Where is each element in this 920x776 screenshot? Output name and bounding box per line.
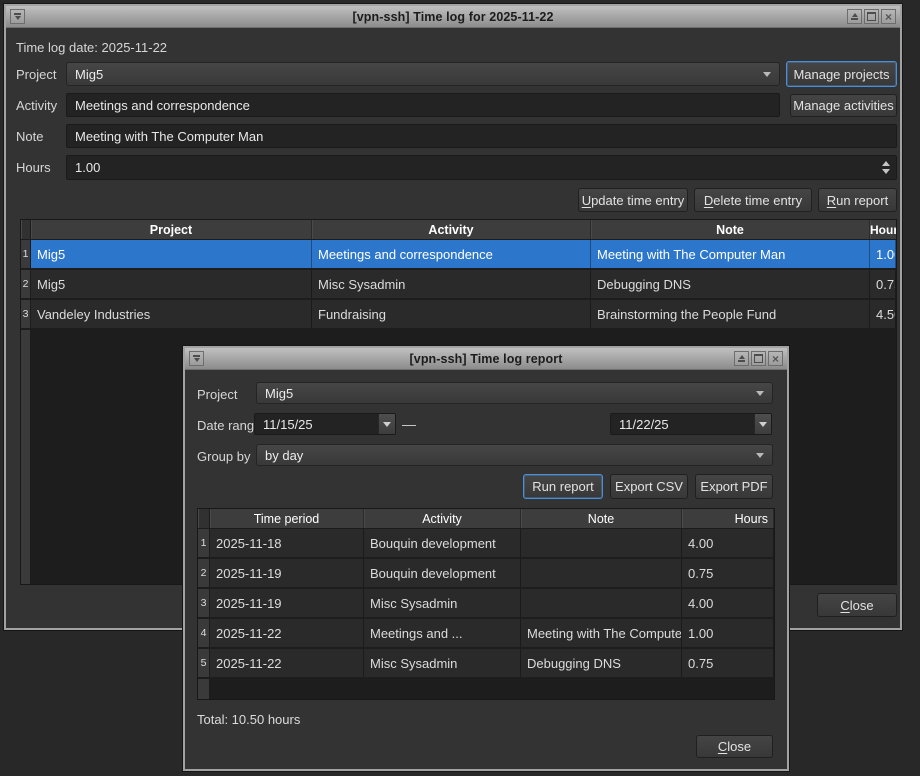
- chevron-down-icon: [756, 391, 764, 396]
- dialog-window-menu-button[interactable]: [189, 351, 204, 366]
- close-icon: ×: [885, 11, 892, 23]
- report-table-row[interactable]: 5 2025-11-22 Misc Sysadmin Debugging DNS…: [198, 649, 774, 679]
- shade-button[interactable]: [847, 9, 862, 24]
- window-menu-icon: [193, 355, 200, 362]
- date-to-picker[interactable]: 11/22/25: [610, 413, 772, 435]
- group-by-value: by day: [265, 448, 303, 463]
- table-corner: [21, 220, 31, 239]
- hours-label: Hours: [16, 160, 51, 175]
- report-project-combobox[interactable]: Mig5: [256, 382, 773, 404]
- report-dialog: [vpn-ssh] Time log report × Project Mig5…: [183, 346, 789, 771]
- shade-icon: [851, 13, 858, 20]
- note-input[interactable]: Meeting with The Computer Man: [66, 124, 897, 148]
- table-row[interactable]: 3 Vandeley Industries Fundraising Brains…: [21, 300, 896, 330]
- spin-up-icon: [882, 161, 890, 166]
- report-table-body: 1 2025-11-18 Bouquin development 4.00 2 …: [198, 529, 774, 700]
- activity-input-value: Meetings and correspondence: [75, 98, 250, 113]
- column-header-activity[interactable]: Activity: [312, 220, 591, 239]
- report-project-label: Project: [197, 387, 237, 402]
- note-label: Note: [16, 129, 43, 144]
- activity-input[interactable]: Meetings and correspondence: [66, 93, 780, 117]
- hours-spinbox[interactable]: 1.00: [66, 155, 897, 180]
- column-header-hours[interactable]: Hours: [870, 220, 897, 239]
- dialog-close-button[interactable]: Close: [696, 735, 773, 758]
- dialog-title: [vpn-ssh] Time log report: [410, 352, 563, 366]
- close-window-button[interactable]: ×: [881, 9, 896, 24]
- spinner-arrows[interactable]: [880, 156, 892, 179]
- delete-time-entry-button[interactable]: Delete time entry: [694, 188, 812, 212]
- main-window-title: [vpn-ssh] Time log for 2025-11-22: [352, 10, 553, 24]
- export-pdf-button[interactable]: Export PDF: [695, 474, 773, 499]
- spin-down-icon: [882, 169, 890, 174]
- date-from-dropdown-button[interactable]: [378, 414, 395, 434]
- maximize-button[interactable]: [864, 9, 879, 24]
- total-hours-label: Total: 10.50 hours: [197, 712, 300, 727]
- table-header: Project Activity Note Hours: [21, 220, 896, 240]
- chevron-down-icon: [759, 422, 767, 427]
- close-icon: ×: [772, 353, 779, 365]
- group-by-combobox[interactable]: by day: [256, 444, 773, 466]
- dialog-close-window-button[interactable]: ×: [768, 351, 783, 366]
- window-menu-icon: [14, 13, 21, 20]
- column-header-hours[interactable]: Hours: [682, 509, 774, 528]
- dialog-run-report-button[interactable]: Run report: [523, 474, 603, 499]
- report-table-row[interactable]: 3 2025-11-19 Misc Sysadmin 4.00: [198, 589, 774, 619]
- column-header-note[interactable]: Note: [521, 509, 682, 528]
- column-header-note[interactable]: Note: [591, 220, 870, 239]
- export-csv-button[interactable]: Export CSV: [610, 474, 688, 499]
- time-log-date-label: Time log date: 2025-11-22: [16, 40, 167, 55]
- date-from-picker[interactable]: 11/15/25: [254, 413, 396, 435]
- project-combobox[interactable]: Mig5: [66, 62, 780, 86]
- column-header-time-period[interactable]: Time period: [210, 509, 364, 528]
- close-button[interactable]: Close: [817, 593, 897, 617]
- hours-spinbox-value: 1.00: [75, 160, 100, 175]
- report-table: Time period Activity Note Hours 1 2025-1…: [197, 508, 775, 700]
- manage-activities-button[interactable]: Manage activities: [790, 94, 897, 117]
- report-table-header: Time period Activity Note Hours: [198, 509, 774, 529]
- maximize-icon: [867, 12, 876, 21]
- column-header-activity[interactable]: Activity: [364, 509, 521, 528]
- dialog-titlebar[interactable]: [vpn-ssh] Time log report ×: [185, 348, 787, 370]
- date-range-separator: —: [402, 416, 416, 432]
- chevron-down-icon: [763, 72, 771, 77]
- dialog-shade-button[interactable]: [734, 351, 749, 366]
- window-menu-button[interactable]: [10, 9, 25, 24]
- group-by-label: Group by: [197, 449, 250, 464]
- maximize-icon: [754, 354, 763, 363]
- date-from-value: 11/15/25: [255, 414, 378, 434]
- activity-label: Activity: [16, 98, 57, 113]
- run-report-button[interactable]: Run report: [818, 188, 897, 212]
- chevron-down-icon: [756, 453, 764, 458]
- table-row[interactable]: 2 Mig5 Misc Sysadmin Debugging DNS 0.75: [21, 270, 896, 300]
- report-table-row[interactable]: 4 2025-11-22 Meetings and ... Meeting wi…: [198, 619, 774, 649]
- chevron-down-icon: [383, 422, 391, 427]
- date-range-label: Date range: [197, 418, 261, 433]
- project-combobox-value: Mig5: [75, 67, 103, 82]
- report-table-row[interactable]: 2 2025-11-19 Bouquin development 0.75: [198, 559, 774, 589]
- date-to-value: 11/22/25: [611, 414, 754, 434]
- shade-icon: [738, 355, 745, 362]
- table-row[interactable]: 1 Mig5 Meetings and correspondence Meeti…: [21, 240, 896, 270]
- update-time-entry-button[interactable]: Update time entry: [578, 188, 688, 212]
- report-table-row[interactable]: 1 2025-11-18 Bouquin development 4.00: [198, 529, 774, 559]
- table-corner: [198, 509, 210, 528]
- report-project-value: Mig5: [265, 386, 293, 401]
- main-titlebar[interactable]: [vpn-ssh] Time log for 2025-11-22 ×: [6, 6, 900, 28]
- column-header-project[interactable]: Project: [31, 220, 312, 239]
- date-to-dropdown-button[interactable]: [754, 414, 771, 434]
- note-input-value: Meeting with The Computer Man: [75, 129, 263, 144]
- manage-projects-button[interactable]: Manage projects: [786, 61, 897, 87]
- dialog-maximize-button[interactable]: [751, 351, 766, 366]
- project-label: Project: [16, 67, 56, 82]
